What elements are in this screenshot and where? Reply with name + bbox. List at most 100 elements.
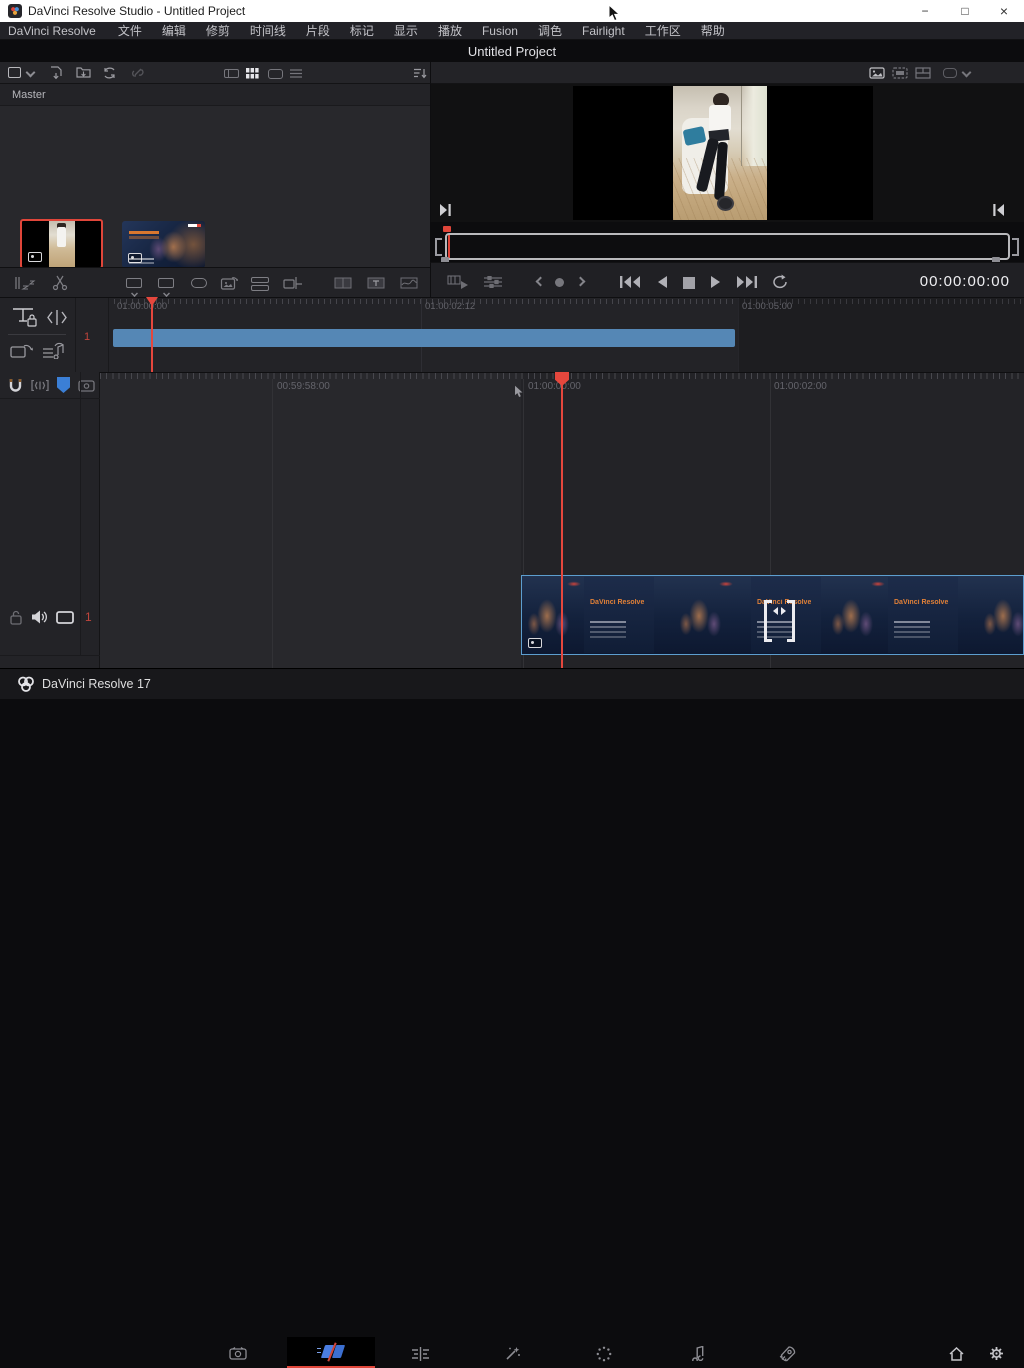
filmstrip-view-icon[interactable]: [224, 69, 239, 78]
page-fusion[interactable]: [503, 1345, 523, 1362]
trim-bracket-right[interactable]: [787, 600, 795, 642]
menu-playback[interactable]: 播放: [428, 22, 472, 39]
place-on-top-icon[interactable]: [220, 274, 239, 292]
clip-art-panel: DaVinci Resolve: [584, 577, 654, 653]
photo-wheel: [717, 196, 734, 211]
adjust-sliders-icon[interactable]: [484, 276, 504, 288]
razor-icon[interactable]: [52, 275, 68, 291]
image-view-icon[interactable]: [869, 67, 885, 79]
sort-icon[interactable]: [414, 68, 427, 79]
play-icon[interactable]: [709, 275, 723, 289]
gutter-divider: [108, 298, 109, 372]
settings-button[interactable]: [986, 1345, 1006, 1362]
audio-mute-icon[interactable]: [31, 609, 48, 625]
track-lock-tool-icon[interactable]: [12, 307, 38, 328]
timeline-timecode: 00:00:00:00: [920, 273, 1010, 290]
close-button[interactable]: ×: [984, 0, 1024, 22]
title-tool-icon[interactable]: [367, 277, 385, 289]
source-tape-icon[interactable]: [892, 67, 908, 79]
timeline-ruler-label: 00:59:58:00: [277, 381, 330, 392]
append-audio-icon[interactable]: [42, 341, 66, 359]
viewer-scrubber[interactable]: [445, 233, 1010, 260]
go-to-start-icon[interactable]: [619, 275, 641, 289]
menu-mark[interactable]: 标记: [340, 22, 384, 39]
lock-icon[interactable]: [10, 610, 22, 625]
overview-ruler-label: 01:00:05:00: [742, 301, 792, 312]
multicam-icon[interactable]: [915, 67, 931, 79]
smart-insert-icon[interactable]: [10, 341, 34, 359]
page-edit[interactable]: [410, 1345, 430, 1362]
scrub-playhead-marker[interactable]: [443, 226, 451, 232]
timeline-playhead-line[interactable]: [561, 372, 563, 668]
transition-tool-icon[interactable]: [334, 277, 352, 289]
menu-clip[interactable]: 片段: [296, 22, 340, 39]
trim-bracket-left[interactable]: [764, 600, 772, 642]
page-color[interactable]: [594, 1345, 614, 1362]
effect-tool-icon[interactable]: [400, 277, 418, 289]
page-fairlight[interactable]: [687, 1345, 707, 1362]
strip-view-icon[interactable]: [268, 69, 283, 79]
bin-name[interactable]: Master: [12, 89, 46, 101]
sync-icon[interactable]: [102, 67, 117, 79]
list-view-icon[interactable]: [290, 69, 302, 78]
jog-right-icon[interactable]: [576, 277, 586, 287]
thumbnail-view-icon[interactable]: [246, 68, 259, 79]
overwrite-clip-icon[interactable]: [158, 278, 174, 288]
in-bracket[interactable]: [435, 238, 442, 256]
page-deliver[interactable]: [777, 1345, 797, 1362]
divider: [0, 398, 100, 399]
out-bracket[interactable]: [1012, 238, 1019, 256]
tools-menu-icon[interactable]: [14, 276, 40, 290]
mark-out-icon[interactable]: [992, 203, 1006, 217]
replace-clip-icon[interactable]: [191, 278, 207, 288]
media-pool-toolbar: [0, 62, 430, 84]
flag-icon[interactable]: [57, 377, 70, 393]
menu-color[interactable]: 调色: [528, 22, 572, 39]
menu-fairlight[interactable]: Fairlight: [572, 24, 635, 38]
aspect-box-icon[interactable]: [943, 68, 957, 78]
overview-clip-bar[interactable]: [113, 329, 735, 347]
page-media[interactable]: [228, 1345, 248, 1362]
clip-thumbnail-ypojie[interactable]: [20, 219, 103, 269]
menu-trim[interactable]: 修剪: [196, 22, 240, 39]
menu-davinci-resolve[interactable]: DaVinci Resolve: [8, 24, 108, 38]
menu-help[interactable]: 帮助: [691, 22, 735, 39]
menu-fusion[interactable]: Fusion: [472, 24, 528, 38]
bin-list-toggle-icon[interactable]: [8, 67, 21, 78]
relink-icon[interactable]: [129, 67, 144, 79]
home-button[interactable]: [946, 1345, 966, 1362]
chevron-down-icon[interactable]: [26, 68, 36, 78]
mark-in-icon[interactable]: [438, 203, 452, 217]
still-clip-icon: [128, 253, 142, 263]
still-clip-icon: [28, 252, 42, 262]
loop-icon[interactable]: [771, 274, 789, 290]
menu-file[interactable]: 文件: [108, 22, 152, 39]
timeline-clip[interactable]: DaVinci Resolve DaVinci Resolve DaVinci …: [521, 575, 1024, 655]
marker-jump-icon[interactable]: [31, 380, 49, 391]
menu-workspace[interactable]: 工作区: [635, 22, 691, 39]
video-enable-icon[interactable]: [56, 611, 74, 624]
menu-timeline[interactable]: 时间线: [240, 22, 296, 39]
jog-dot-icon[interactable]: [555, 278, 564, 287]
menu-view[interactable]: 显示: [384, 22, 428, 39]
overview-playhead-line[interactable]: [151, 297, 153, 372]
clip-thumbnail-12png[interactable]: [122, 221, 205, 268]
photo-person-shirt: [709, 105, 731, 132]
menu-edit[interactable]: 编辑: [152, 22, 196, 39]
page-cut-active[interactable]: [287, 1337, 375, 1368]
minimize-button[interactable]: −: [905, 0, 945, 22]
ripple-overwrite-icon[interactable]: [283, 276, 303, 290]
step-back-icon[interactable]: [655, 275, 669, 289]
trim-tool-icon[interactable]: [46, 308, 68, 327]
stop-icon[interactable]: [683, 277, 695, 289]
import-folder-icon[interactable]: [76, 66, 91, 79]
go-to-end-icon[interactable]: [736, 275, 758, 289]
maximize-button[interactable]: □: [945, 0, 985, 22]
append-icon[interactable]: [251, 277, 269, 283]
insert-clip-icon[interactable]: [126, 278, 142, 288]
import-media-icon[interactable]: [50, 66, 63, 80]
clip-tools-icon[interactable]: [447, 275, 469, 289]
chevron-down-icon[interactable]: [962, 68, 972, 78]
snapping-magnet-icon[interactable]: [8, 378, 23, 393]
jog-left-icon[interactable]: [536, 277, 546, 287]
